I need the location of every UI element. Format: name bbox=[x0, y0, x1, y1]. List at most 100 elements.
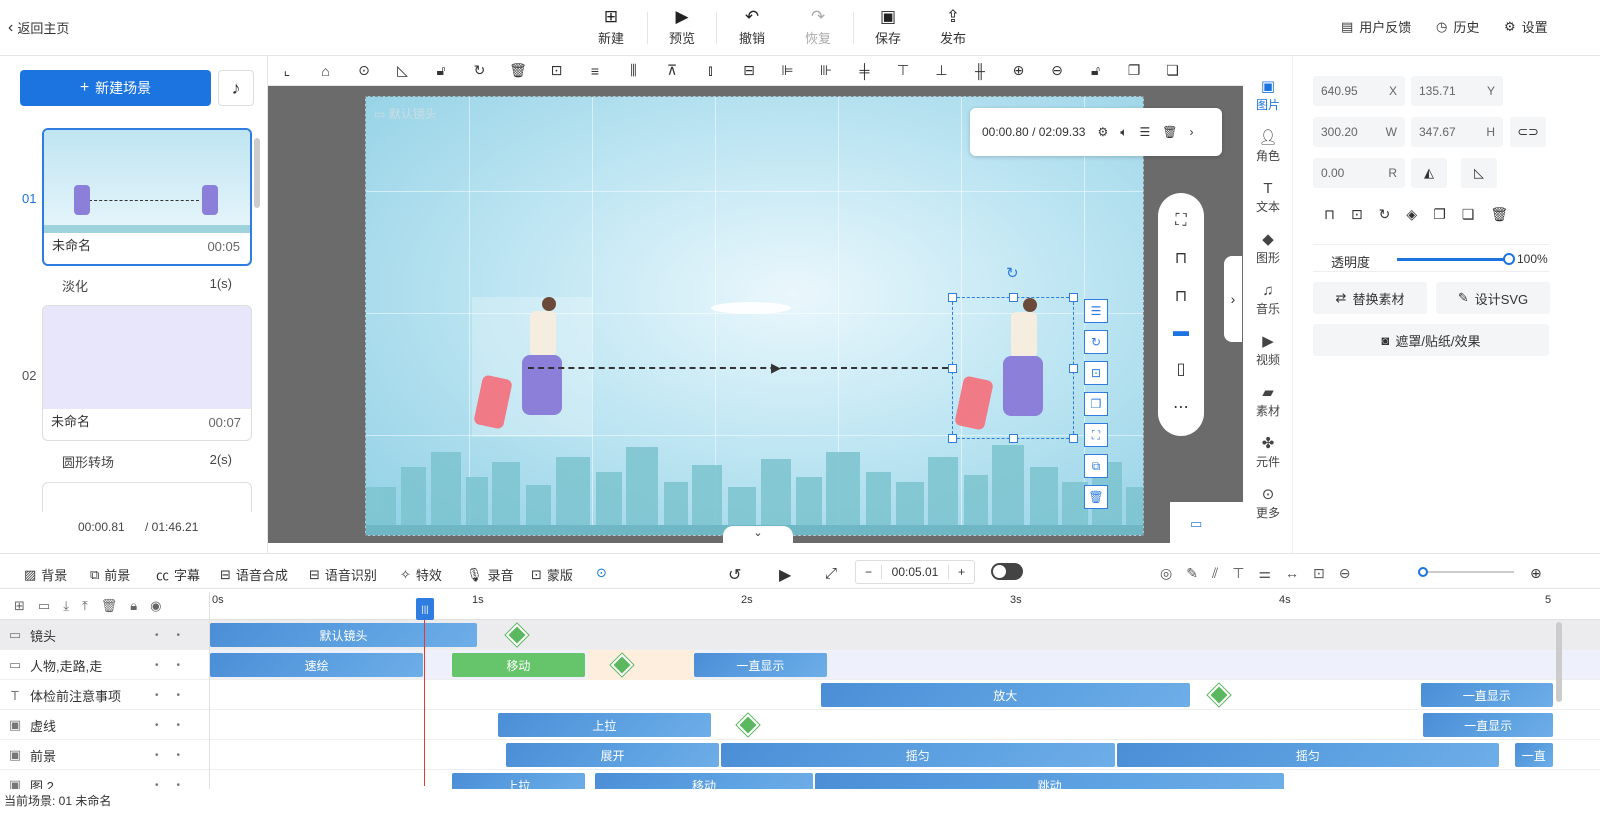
animation-clip[interactable]: 移动 bbox=[452, 653, 585, 677]
animation-tool-icon[interactable]: ☰ bbox=[1084, 299, 1108, 323]
center-v-icon[interactable]: ╫ bbox=[967, 63, 993, 79]
track-toggle-dots[interactable]: •• bbox=[155, 690, 198, 701]
animation-clip[interactable]: 摇匀 bbox=[1116, 743, 1500, 767]
move-up-icon[interactable]: ⤒ bbox=[82, 598, 88, 614]
split-icon[interactable]: ⫽ bbox=[1212, 565, 1218, 582]
undo-button[interactable]: ↶ 撤销 bbox=[722, 6, 782, 47]
collapse-toggle[interactable]: ⌄ bbox=[723, 526, 793, 543]
track-row[interactable]: T 体检前注意事项 •• 放大 一直显示 bbox=[0, 680, 1600, 710]
category-material[interactable]: ▰ 素材 bbox=[1243, 384, 1293, 419]
trash-icon[interactable]: 🗑︎ bbox=[1162, 125, 1177, 139]
crop-tool-icon[interactable]: ⊡ bbox=[1084, 361, 1108, 385]
category-widget[interactable]: ✤ 元件 bbox=[1243, 435, 1293, 470]
foreground-tool[interactable]: ⧉ 前景 bbox=[90, 565, 130, 584]
category-text[interactable]: T 文本 bbox=[1243, 180, 1293, 215]
rotate-icon[interactable]: ↻ bbox=[467, 62, 493, 79]
sliders-icon[interactable]: ⚌ bbox=[1258, 565, 1271, 582]
mobile-icon[interactable]: ▯ bbox=[1177, 359, 1186, 379]
delete-icon[interactable]: 🗑︎ bbox=[505, 62, 531, 79]
asr-tool[interactable]: ⊟ 语音识别 bbox=[309, 565, 377, 584]
center-h-icon[interactable]: ╪ bbox=[852, 63, 878, 79]
timeline-scrollbar[interactable] bbox=[1556, 622, 1562, 702]
animation-clip[interactable]: 摇匀 bbox=[721, 743, 1115, 767]
distribute-v-icon[interactable]: ⫼ bbox=[621, 62, 647, 79]
settings-link[interactable]: ⚙ 设置 bbox=[1504, 17, 1548, 36]
music-button[interactable]: ♪ bbox=[218, 70, 254, 106]
ratio-one-icon[interactable]: ⊡ bbox=[1313, 565, 1325, 582]
bottom-edge-icon[interactable]: ⊥ bbox=[929, 62, 955, 79]
filter-icon[interactable]: ⊤ bbox=[1232, 565, 1244, 582]
fit-width-icon[interactable]: ↔ bbox=[1285, 565, 1299, 582]
back-home-link[interactable]: ‹ 返回主页 bbox=[8, 18, 69, 37]
redo-button[interactable]: ↷ 恢复 bbox=[788, 6, 848, 47]
save-button[interactable]: ▣ 保存 bbox=[858, 6, 918, 47]
rotate-handle-icon[interactable]: ↻ bbox=[1006, 264, 1019, 282]
scene-list-scrollbar[interactable] bbox=[254, 138, 260, 208]
category-video[interactable]: ▶ 视频 bbox=[1243, 333, 1293, 368]
desktop-icon[interactable]: ▬ bbox=[1173, 323, 1189, 341]
unlock-icon[interactable]: ⊓ bbox=[1175, 248, 1187, 268]
toggle-switch[interactable] bbox=[991, 563, 1023, 580]
volume-icon[interactable]: 🔈︎ bbox=[1120, 125, 1127, 140]
lock-ratio-button[interactable]: ⊂⊃ bbox=[1510, 117, 1546, 147]
home-icon[interactable]: ⌂ bbox=[313, 63, 339, 79]
copy-icon[interactable]: ❐ bbox=[1433, 206, 1446, 223]
zoom-in-icon[interactable]: ⊕ bbox=[1006, 62, 1032, 79]
rotate-icon[interactable]: ↻ bbox=[1379, 206, 1391, 223]
time-input[interactable]: 00:05.01 bbox=[882, 565, 948, 579]
height-field[interactable]: 347.67 H bbox=[1411, 117, 1503, 147]
track-name[interactable]: ▣ 虚线 •• bbox=[0, 710, 210, 740]
lock-icon[interactable]: 🔓︎ bbox=[428, 62, 454, 79]
eye-icon[interactable]: ◉ bbox=[150, 598, 161, 614]
category-more[interactable]: ⊙ 更多 bbox=[1243, 486, 1293, 521]
animation-clip[interactable]: 一直显示 bbox=[1423, 713, 1553, 737]
refresh-tool-icon[interactable]: ↻ bbox=[1084, 330, 1108, 354]
category-music[interactable]: ♫ 音乐 bbox=[1243, 282, 1293, 317]
add-keyframe-icon[interactable] bbox=[1207, 683, 1231, 707]
flip-icon[interactable]: ◺ bbox=[390, 62, 416, 79]
move-down-icon[interactable]: ⤓ bbox=[63, 598, 69, 614]
top-edge-icon[interactable]: ⊤ bbox=[890, 62, 916, 79]
track-row[interactable]: ▣ 虚线 •• 上拉 一直显示 bbox=[0, 710, 1600, 740]
design-svg-button[interactable]: ✎ 设计SVG bbox=[1436, 282, 1550, 314]
new-scene-button[interactable]: + 新建场景 bbox=[20, 70, 211, 106]
add-keyframe-icon[interactable] bbox=[736, 713, 760, 737]
character-walking-right-selected[interactable]: ↻ bbox=[948, 265, 1078, 443]
add-keyframe-icon[interactable] bbox=[505, 623, 528, 647]
align-middle-icon[interactable]: ⊼ bbox=[659, 62, 685, 79]
layer-tool-icon[interactable]: ⧉ bbox=[1084, 454, 1108, 478]
resize-handle[interactable] bbox=[1069, 434, 1078, 443]
focus-icon[interactable]: ⊡ bbox=[1351, 206, 1363, 223]
camera-icon[interactable]: ◎ bbox=[1160, 565, 1172, 582]
fit-tool-icon[interactable]: ⛶ bbox=[1084, 423, 1108, 447]
fullscreen-button[interactable]: ⤢ bbox=[825, 565, 837, 582]
screenshot-icon[interactable]: ⛶ bbox=[1175, 212, 1186, 230]
align-top-icon[interactable]: ≡ bbox=[582, 63, 608, 79]
record-tool[interactable]: 🎙︎ 录音 bbox=[466, 565, 514, 584]
resize-handle[interactable] bbox=[1009, 293, 1018, 302]
scene-transition[interactable]: 淡化 1(s) bbox=[62, 276, 232, 295]
flip-horizontal-button[interactable]: ◭ bbox=[1411, 158, 1447, 188]
lock-icon[interactable]: ⊓ bbox=[1175, 286, 1187, 306]
folder-icon[interactable]: ▭ bbox=[38, 598, 50, 614]
distribute-h-icon[interactable]: ⫾ bbox=[698, 62, 724, 79]
more-icon[interactable]: ⊙ bbox=[351, 62, 377, 79]
scene-card-01[interactable]: 未命名 00:05 bbox=[42, 128, 252, 266]
track-toggle-dots[interactable]: •• bbox=[155, 750, 198, 761]
animation-clip[interactable]: 速绘 bbox=[210, 653, 424, 677]
resize-handle[interactable] bbox=[948, 293, 957, 302]
align-bottom-icon[interactable]: ⊟ bbox=[736, 62, 762, 79]
animation-clip[interactable]: 一直显示 bbox=[694, 653, 827, 677]
resize-handle[interactable] bbox=[1069, 364, 1078, 373]
align-corner-icon[interactable]: ⌞ bbox=[274, 62, 300, 79]
track-name[interactable]: ▭ 镜头 •• bbox=[0, 620, 210, 650]
zoom-slider[interactable] bbox=[1418, 567, 1514, 577]
category-shape[interactable]: ◆ 图形 bbox=[1243, 231, 1293, 266]
zoom-out-icon[interactable]: ⊖ bbox=[1339, 565, 1351, 582]
track-toggle-dots[interactable]: •• bbox=[155, 660, 198, 671]
expand-panel-button[interactable]: › bbox=[1224, 256, 1242, 342]
motion-path[interactable] bbox=[528, 367, 948, 369]
x-field[interactable]: 640.95 X bbox=[1313, 76, 1405, 106]
paste-icon[interactable]: ❏ bbox=[1160, 62, 1186, 79]
resize-handle[interactable] bbox=[1009, 434, 1018, 443]
